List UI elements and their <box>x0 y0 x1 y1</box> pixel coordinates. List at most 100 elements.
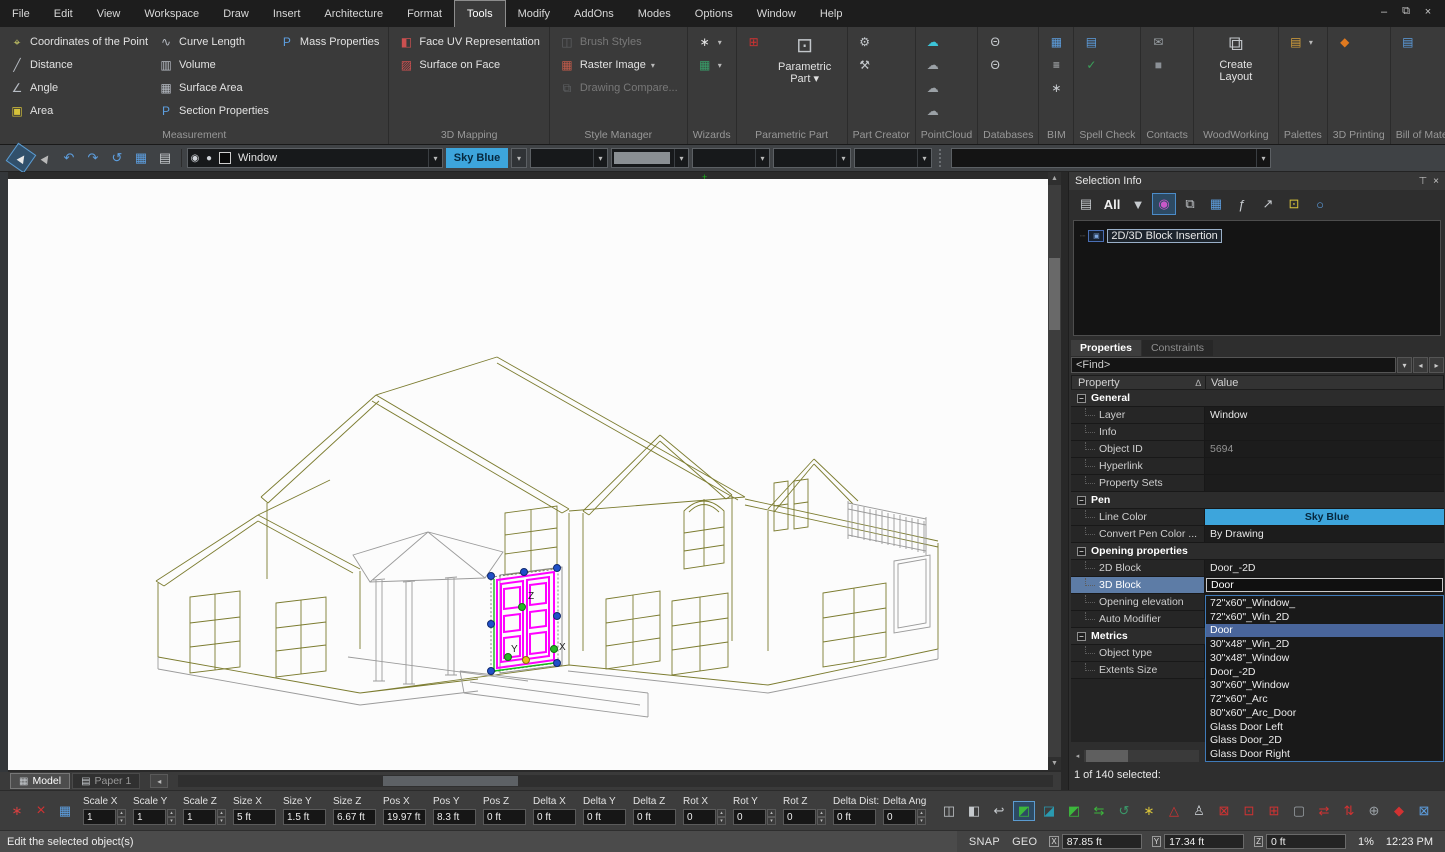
field-value[interactable]: 8.3 ft <box>433 809 476 825</box>
find-input[interactable]: <Find> <box>1071 357 1396 373</box>
mass-properties-button[interactable]: P Mass Properties <box>277 31 381 53</box>
style-combo[interactable]: ▾ <box>773 148 851 168</box>
dropdown-item[interactable]: Glass Door Left <box>1206 720 1443 734</box>
extra-combo[interactable]: ▾ <box>854 148 932 168</box>
undo-button[interactable]: ↶ <box>58 147 80 169</box>
modify-sparkle-button[interactable]: ∗ <box>6 801 28 821</box>
spin-down-icon[interactable]: ▾ <box>767 817 776 825</box>
pointcloud-color-button[interactable]: ☁ <box>923 31 943 53</box>
sparkle-move-button[interactable]: ∗ <box>1138 801 1160 821</box>
cube-split-button[interactable]: ◧ <box>963 801 985 821</box>
property-label-cell[interactable]: Object ID <box>1071 441 1205 457</box>
coordinates-button[interactable]: ⌖ Coordinates of the Point <box>7 31 150 53</box>
horizontal-scroll-thumb[interactable] <box>383 776 519 786</box>
fill-green-button[interactable]: ◩ <box>1013 800 1035 821</box>
menu-edit[interactable]: Edit <box>42 0 85 27</box>
printing3d-button[interactable]: ◆ <box>1335 31 1355 53</box>
create-layout-button[interactable]: ⧉ Create Layout <box>1201 31 1271 83</box>
field-value[interactable]: 0 <box>683 809 716 825</box>
polyline-button[interactable]: ↗ <box>1256 193 1280 215</box>
chevron-down-icon[interactable]: ▾ <box>428 149 442 167</box>
dropdown-item[interactable]: 72"x60"_Window_ <box>1206 596 1443 610</box>
spin-up-icon[interactable]: ▴ <box>117 809 126 817</box>
property-group-row[interactable]: – Pen <box>1071 492 1444 509</box>
toolbar-grip[interactable] <box>939 149 944 167</box>
dropdown-item[interactable]: Door_-2D <box>1206 665 1443 679</box>
database-stack-button[interactable]: Θ <box>985 54 1005 76</box>
property-label-cell[interactable]: Layer <box>1071 407 1205 423</box>
collapse-icon[interactable]: – <box>1077 495 1086 505</box>
snap-toggle[interactable]: SNAP <box>969 836 1000 848</box>
person-button[interactable]: ♙ <box>1188 801 1210 821</box>
layers-button[interactable]: ▤ <box>154 147 176 169</box>
warn-triangle-button[interactable]: △ <box>1163 801 1185 821</box>
lineweight-combo[interactable]: ▾ <box>611 148 689 168</box>
spinner[interactable]: ▴ ▾ <box>117 809 126 825</box>
box-corner-button[interactable]: ⊞ <box>1263 801 1285 821</box>
spin-up-icon[interactable]: ▴ <box>217 809 226 817</box>
drawing-canvas[interactable]: + Z Y X <box>8 172 1048 770</box>
dropdown-item[interactable]: 30"x60"_Window <box>1206 679 1443 693</box>
geo-toggle[interactable]: GEO <box>1012 836 1037 848</box>
curve-length-button[interactable]: ∿ Curve Length <box>156 31 271 53</box>
field-value[interactable]: 1 <box>133 809 166 825</box>
dropdown-item[interactable]: 80"x60"_Arc_Door <box>1206 706 1443 720</box>
field-value[interactable]: 0 ft <box>583 809 626 825</box>
redo-button[interactable]: ↷ <box>82 147 104 169</box>
property-value-cell[interactable]: Door <box>1205 577 1444 593</box>
property-row[interactable]: Layer Window <box>1071 407 1444 424</box>
canvas-horizontal-scrollbar[interactable] <box>178 775 1053 787</box>
pointcloud-gray2-button[interactable]: ☁ <box>923 77 943 99</box>
property-label-cell[interactable]: Line Color <box>1071 509 1205 525</box>
spinner[interactable]: ▴ ▾ <box>717 809 726 825</box>
wizard-image-button[interactable]: ▦ ▾ <box>695 54 724 76</box>
coord-x-value[interactable]: 87.85 ft <box>1061 834 1142 849</box>
raster-image-button[interactable]: ▦ Raster Image ▾ <box>557 54 680 76</box>
scroll-up-icon[interactable]: ▲ <box>1048 172 1061 185</box>
collapse-icon[interactable]: – <box>1077 393 1086 403</box>
menu-view[interactable]: View <box>85 0 133 27</box>
property-label-cell[interactable]: Auto Modifier <box>1071 611 1205 627</box>
property-value-cell[interactable] <box>1205 424 1444 440</box>
area-button[interactable]: ▣ Area <box>7 100 150 122</box>
property-row[interactable]: Hyperlink <box>1071 458 1444 475</box>
menu-file[interactable]: File <box>0 0 42 27</box>
tab-constraints[interactable]: Constraints <box>1141 340 1214 356</box>
field-value[interactable]: 19.97 ft <box>383 809 426 825</box>
color-chevron-down-icon[interactable]: ▾ <box>511 148 527 168</box>
minimize-button[interactable]: – <box>1375 4 1393 19</box>
spinner[interactable]: ▴ ▾ <box>817 809 826 825</box>
close-button[interactable]: × <box>1419 4 1437 19</box>
bim-list-button[interactable]: ≡ <box>1046 54 1066 76</box>
property-label-cell[interactable]: Convert Pen Color ... <box>1071 526 1205 542</box>
coord-z-value[interactable]: 0 ft <box>1266 834 1346 849</box>
restore-button[interactable]: ⧉ <box>1397 4 1415 19</box>
property-column-header[interactable]: Property <box>1078 377 1120 389</box>
field-value[interactable]: 1.5 ft <box>283 809 326 825</box>
menu-format[interactable]: Format <box>395 0 454 27</box>
delete-x-button[interactable]: × <box>30 801 52 821</box>
spinner[interactable]: ▴ ▾ <box>917 809 926 825</box>
fill-teal-button[interactable]: ◪ <box>1038 801 1060 821</box>
linetype-combo[interactable]: ▾ <box>530 148 608 168</box>
dropdown-item[interactable]: 72"x60"_Win_2D <box>1206 610 1443 624</box>
scroll-left-icon[interactable]: ◂ <box>1071 750 1084 762</box>
panel-close-icon[interactable]: × <box>1433 176 1439 187</box>
field-value[interactable]: 0 ft <box>533 809 576 825</box>
property-label-cell[interactable]: Info <box>1071 424 1205 440</box>
menu-draw[interactable]: Draw <box>211 0 261 27</box>
menu-modify[interactable]: Modify <box>506 0 562 27</box>
spin-down-icon[interactable]: ▾ <box>817 817 826 825</box>
bend-arrow-button[interactable]: ↩ <box>988 801 1010 821</box>
menu-workspace[interactable]: Workspace <box>132 0 211 27</box>
selection-set-button[interactable]: ⊡ <box>1282 193 1306 215</box>
spin-up-icon[interactable]: ▴ <box>167 809 176 817</box>
tab-properties[interactable]: Properties <box>1071 340 1141 356</box>
surface-area-button[interactable]: ▦ Surface Area <box>156 77 271 99</box>
iso-cube-button[interactable]: ◫ <box>938 801 960 821</box>
gear-button[interactable]: ⚙ <box>855 31 875 53</box>
spin-down-icon[interactable]: ▾ <box>917 817 926 825</box>
property-row[interactable]: Object ID 5694 <box>1071 441 1444 458</box>
property-row[interactable]: Convert Pen Color ... By Drawing <box>1071 526 1444 543</box>
swap-h-button[interactable]: ⇄ <box>1313 801 1335 821</box>
